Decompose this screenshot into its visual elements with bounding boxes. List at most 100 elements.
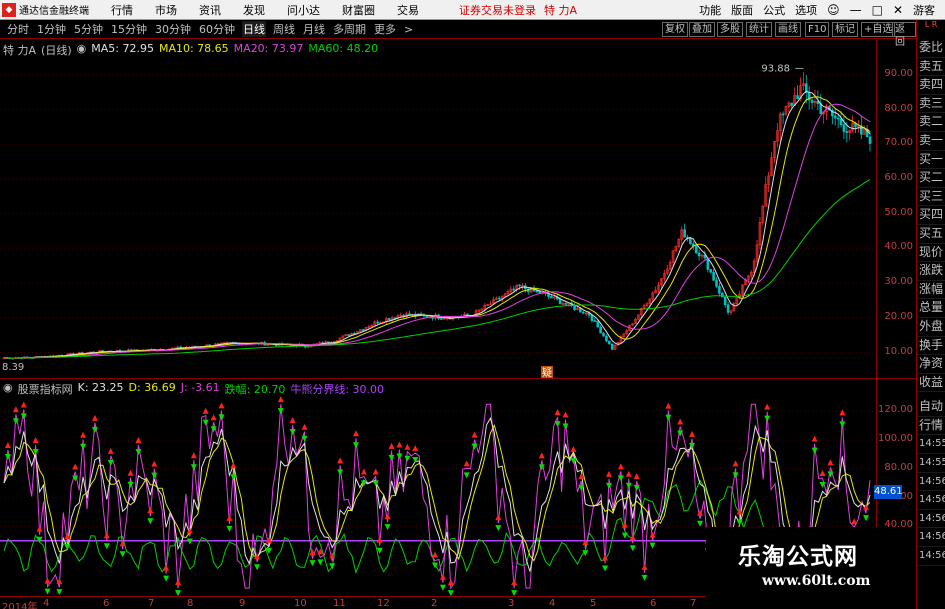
period-more[interactable]: 更多 [373,21,397,37]
tongji-button[interactable]: 统计 [746,22,772,37]
trade-status-text[interactable]: 证券交易未登录 [459,2,536,18]
period-60min[interactable]: 60分钟 [198,21,236,37]
candle-body [376,321,379,324]
settings-icon[interactable]: ◉ [77,42,87,58]
side-item-17[interactable]: 净资 [917,355,945,374]
menu-jiaoyi[interactable]: 交易 [397,2,419,18]
side-item-6[interactable]: 买一 [917,151,945,170]
side-item-9[interactable]: 买四 [917,206,945,225]
price-chart-svg: 93.88 8.39 疑 [0,63,876,378]
buy-signal-arrow [329,563,336,570]
date-axis-label: 7 [148,598,155,609]
menu-banmian[interactable]: 版面 [731,2,753,18]
sell-signal-arrow [360,468,367,475]
side-item-8[interactable]: 买三 [917,188,945,207]
menu-xuanxiang[interactable]: 选项 [795,2,817,18]
candle-body [610,343,614,350]
guest-login[interactable]: 游客 [913,2,935,18]
menu-hangqing[interactable]: 行情 [111,2,133,18]
candle-body [836,117,840,120]
side-time-6: 14:56 [917,547,945,566]
up-signal-arrow [163,564,170,571]
side-item-11[interactable]: 现价 [917,244,945,263]
menu-zixun[interactable]: 资讯 [199,2,221,18]
buy-signal-arrow [226,525,233,532]
indicator-settings-icon[interactable]: ◉ [3,381,13,397]
up-signal-arrow [641,563,648,570]
price-chart[interactable]: 93.88 8.39 疑 特 力A (日线) ◉ MA5: 72.95 MA10: … [0,40,916,378]
period-5min[interactable]: 5分钟 [73,21,104,37]
biaoji-button[interactable]: 标记 [832,22,858,37]
fuquan-button[interactable]: 复权 [662,22,688,37]
candle-body [720,293,724,298]
side-item-1[interactable]: 卖五 [917,58,945,77]
date-axis-label: 9 [239,598,246,609]
menu-faxian[interactable]: 发现 [243,2,265,18]
date-axis-label: 5 [590,598,597,609]
maximize-icon[interactable]: □ [872,3,883,17]
side-time-4: 14:56 [917,510,945,529]
indicator-y-tick: 100.00 [878,433,913,445]
period-fenshi[interactable]: 分时 [6,21,30,37]
period-multi[interactable]: 多周期 [332,21,367,37]
side-item-16[interactable]: 换手 [917,337,945,356]
sell-signal-arrow [665,402,672,409]
sell-signal-arrow [352,430,359,437]
period-15min[interactable]: 15分钟 [110,21,148,37]
down-signal-arrow [151,472,158,479]
diejia-button[interactable]: 叠加 [689,22,715,37]
sell-signal-arrow [617,463,624,470]
indicator-y-tick: 120.00 [878,404,913,416]
sell-signal-arrow [372,468,379,475]
duogu-button[interactable]: 多股 [717,22,743,37]
side-item-10[interactable]: 买五 [917,225,945,244]
menu-gongneng[interactable]: 功能 [699,2,721,18]
sell-signal-arrow [625,470,632,477]
candle-body [842,124,846,132]
sell-signal-arrow [819,470,826,477]
minimize-icon[interactable]: — [850,3,862,17]
side-item2-1[interactable]: 行情 [917,417,945,436]
date-axis-label: 12 [377,598,390,609]
side-item-4[interactable]: 卖二 [917,113,945,132]
period-weekly[interactable]: 周线 [272,21,296,37]
indicator-name[interactable]: 股票指标网 [18,381,73,397]
side-item-5[interactable]: 卖一 [917,132,945,151]
sell-signal-arrow [127,469,134,476]
period-monthly[interactable]: 月线 [302,21,326,37]
side-item-3[interactable]: 卖三 [917,95,945,114]
menu-gongshi[interactable]: 公式 [763,2,785,18]
menu-wenxiaoda[interactable]: 问小达 [287,2,320,18]
date-axis-label: 3 [508,598,515,609]
side-panel-header[interactable]: L R [917,20,945,39]
down-signal-arrow [811,447,818,454]
period-30min[interactable]: 30分钟 [154,21,192,37]
side-item-14[interactable]: 总量 [917,299,945,318]
side-item-12[interactable]: 涨跌 [917,262,945,281]
side-item-18[interactable]: 收益 [917,374,945,393]
period-1min[interactable]: 1分钟 [36,21,67,37]
period-tag: (日线) [41,44,72,57]
chevron-right-icon[interactable]: > [403,23,414,36]
side-item-13[interactable]: 涨幅 [917,281,945,300]
buy-signal-arrow [44,588,51,595]
sell-signal-arrow [202,407,209,414]
close-icon[interactable]: ✕ [893,3,903,17]
candle-body [810,99,814,103]
side-item-0[interactable]: 委比 [917,39,945,58]
side-item-15[interactable]: 外盘 [917,318,945,337]
menu-shichang[interactable]: 市场 [155,2,177,18]
add-watchlist-button[interactable]: +自选 [861,22,896,37]
menu-caifuquan[interactable]: 财富圈 [342,2,375,18]
message-icon[interactable]: ☺ [827,3,840,17]
huaxian-button[interactable]: 画线 [775,22,801,37]
back-button[interactable]: 返回 [892,22,916,48]
side-item2-0[interactable]: 自动 [917,398,945,417]
side-item-2[interactable]: 卖四 [917,76,945,95]
f10-button[interactable]: F10 [805,22,830,37]
period-daily[interactable]: 日线 [242,21,266,37]
candle-body [593,320,597,322]
buy-signal-arrow [621,532,628,539]
down-signal-arrow [20,413,27,420]
side-item-7[interactable]: 买二 [917,169,945,188]
